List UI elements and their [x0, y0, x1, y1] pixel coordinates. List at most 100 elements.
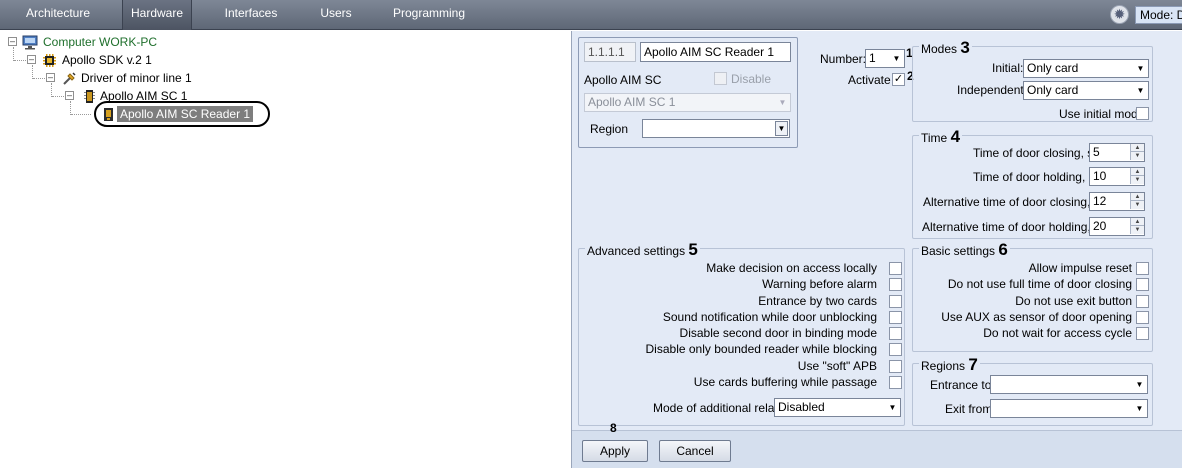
option-impulse-reset-label: Allow impulse reset [1028, 261, 1132, 275]
tree-node-driver[interactable]: Driver of minor line 1 [81, 70, 192, 86]
door-holding-time-value: 10 [1093, 169, 1107, 183]
tree-node-sdk[interactable]: Apollo SDK v.2 1 [62, 52, 152, 68]
chevron-down-icon: ▼ [1135, 380, 1144, 389]
time-group: Time 4 Time of door closing, s: 5 ▲ ▼ Tim… [912, 127, 1153, 239]
spinner-down-icon[interactable]: ▼ [1130, 152, 1144, 160]
door-closing-time-value: 5 [1093, 145, 1100, 159]
tree-node-computer[interactable]: Computer WORK-PC [43, 34, 157, 50]
gear-icon[interactable]: ✹ [1110, 5, 1129, 24]
chevron-down-icon: ▼ [775, 121, 788, 136]
independent-mode-label: Independent: [957, 83, 1028, 97]
advanced-settings-group: Advanced settings 5 Make decision on acc… [578, 240, 905, 426]
exit-from-select[interactable]: ▼ [990, 399, 1148, 418]
tree-connector [71, 114, 91, 115]
option-warning-before-alarm-checkbox[interactable] [889, 278, 902, 291]
tree-connector [51, 83, 52, 97]
alt-door-closing-time-label: Alternative time of door closing, s: [923, 195, 1104, 209]
regions-group: Regions 7 Entrance to: ▼ Exit from: ▼ [912, 355, 1153, 426]
initial-mode-value: Only card [1027, 61, 1079, 75]
door-closing-time-label: Time of door closing, s: [973, 146, 1097, 160]
option-disable-second-door-checkbox[interactable] [889, 327, 902, 340]
spinner-down-icon[interactable]: ▼ [1130, 176, 1144, 184]
basic-settings-legend: Basic settings 6 [919, 240, 1010, 260]
option-decision-locally-checkbox[interactable] [889, 262, 902, 275]
tree-connector [32, 65, 33, 79]
entrance-to-select[interactable]: ▼ [990, 375, 1148, 394]
tree-collapse-toggle[interactable]: – [65, 91, 74, 100]
initial-mode-label: Initial: [992, 61, 1024, 75]
option-no-access-cycle-checkbox[interactable] [1136, 327, 1149, 340]
activate-checkbox[interactable]: ✓ [892, 73, 905, 86]
option-two-cards-checkbox[interactable] [889, 295, 902, 308]
parent-device-select[interactable]: Apollo AIM SC 1 ▼ [584, 93, 791, 112]
settings-panel: 1.1.1.1 Apollo AIM SC Reader 1 Apollo AI… [571, 31, 1182, 468]
option-impulse-reset-checkbox[interactable] [1136, 262, 1149, 275]
additional-relay-select[interactable]: Disabled ▼ [774, 398, 901, 417]
time-legend: Time 4 [919, 127, 963, 147]
spinner-down-icon[interactable]: ▼ [1130, 226, 1144, 234]
spinner-up-icon[interactable]: ▲ [1130, 218, 1144, 226]
initial-mode-select[interactable]: Only card ▼ [1023, 59, 1149, 78]
option-decision-locally-label: Make decision on access locally [706, 261, 877, 275]
alt-door-holding-time-spinner[interactable]: 20 ▲ ▼ [1089, 217, 1145, 236]
tab-interfaces[interactable]: Interfaces [212, 0, 290, 30]
option-sound-notification-checkbox[interactable] [889, 311, 902, 324]
tree-collapse-toggle[interactable]: – [46, 73, 55, 82]
modes-group: Modes 3 Initial: Only card ▼ Independent… [912, 38, 1153, 122]
cancel-button[interactable]: Cancel [659, 440, 731, 462]
chevron-down-icon: ▼ [1136, 64, 1145, 73]
disable-label: Disable [731, 72, 772, 86]
parent-device-value: Apollo AIM SC 1 [588, 95, 676, 109]
driver-icon [62, 71, 76, 85]
chevron-down-icon: ▼ [1135, 404, 1144, 413]
tab-hardware[interactable]: Hardware [122, 0, 192, 30]
number-select[interactable]: 1 ▼ [865, 49, 905, 68]
option-sound-notification-label: Sound notification while door unblocking [662, 310, 877, 324]
door-holding-time-label: Time of door holding, s: [973, 170, 1098, 184]
chevron-down-icon: ▼ [1136, 86, 1145, 95]
option-disable-bounded-reader-checkbox[interactable] [889, 343, 902, 356]
independent-mode-select[interactable]: Only card ▼ [1023, 81, 1149, 100]
option-soft-apb-label: Use "soft" APB [797, 359, 877, 373]
region-label: Region [590, 122, 629, 136]
additional-relay-label: Mode of additional relay: [653, 401, 784, 415]
additional-relay-value: Disabled [778, 400, 825, 414]
spinner-up-icon[interactable]: ▲ [1130, 193, 1144, 201]
option-aux-sensor-checkbox[interactable] [1136, 311, 1149, 324]
alt-door-holding-time-label: Alternative time of door holding, s: [922, 220, 1104, 234]
tab-users[interactable]: Users [308, 0, 364, 30]
option-full-closing-time-checkbox[interactable] [1136, 278, 1149, 291]
chevron-down-icon: ▼ [892, 54, 901, 63]
controller-icon [82, 89, 96, 103]
spinner-up-icon[interactable]: ▲ [1130, 144, 1144, 152]
tree-connector [70, 101, 71, 115]
option-no-exit-button-label: Do not use exit button [1015, 294, 1132, 308]
option-soft-apb-checkbox[interactable] [889, 360, 902, 373]
door-holding-time-spinner[interactable]: 10 ▲ ▼ [1089, 167, 1145, 186]
device-name-field[interactable]: Apollo AIM SC Reader 1 [640, 42, 791, 62]
option-no-exit-button-checkbox[interactable] [1136, 295, 1149, 308]
alt-door-closing-time-spinner[interactable]: 12 ▲ ▼ [1089, 192, 1145, 211]
use-initial-mode-checkbox[interactable] [1136, 107, 1149, 120]
device-type-label: Apollo AIM SC [584, 73, 662, 87]
tree-connector [13, 47, 14, 61]
advanced-settings-legend: Advanced settings 5 [585, 240, 700, 260]
region-select[interactable]: ▼ [642, 119, 790, 138]
regions-legend: Regions 7 [919, 355, 980, 375]
tree-collapse-toggle[interactable]: – [27, 55, 36, 64]
entrance-to-label: Entrance to: [930, 378, 995, 392]
tree-collapse-toggle[interactable]: – [8, 37, 17, 46]
mode-indicator[interactable]: Mode: D [1135, 6, 1182, 24]
option-warning-before-alarm-label: Warning before alarm [762, 277, 877, 291]
door-closing-time-spinner[interactable]: 5 ▲ ▼ [1089, 143, 1145, 162]
option-cards-buffering-checkbox[interactable] [889, 376, 902, 389]
apply-button[interactable]: Apply [582, 440, 648, 462]
option-disable-second-door-label: Disable second door in binding mode [679, 326, 877, 340]
basic-settings-group: Basic settings 6 Allow impulse reset Do … [912, 240, 1153, 352]
disable-checkbox[interactable] [714, 72, 727, 85]
spinner-up-icon[interactable]: ▲ [1130, 168, 1144, 176]
tab-architecture[interactable]: Architecture [12, 0, 104, 30]
spinner-down-icon[interactable]: ▼ [1130, 201, 1144, 209]
option-full-closing-time-label: Do not use full time of door closing [947, 277, 1132, 291]
tab-programming[interactable]: Programming [384, 0, 474, 30]
